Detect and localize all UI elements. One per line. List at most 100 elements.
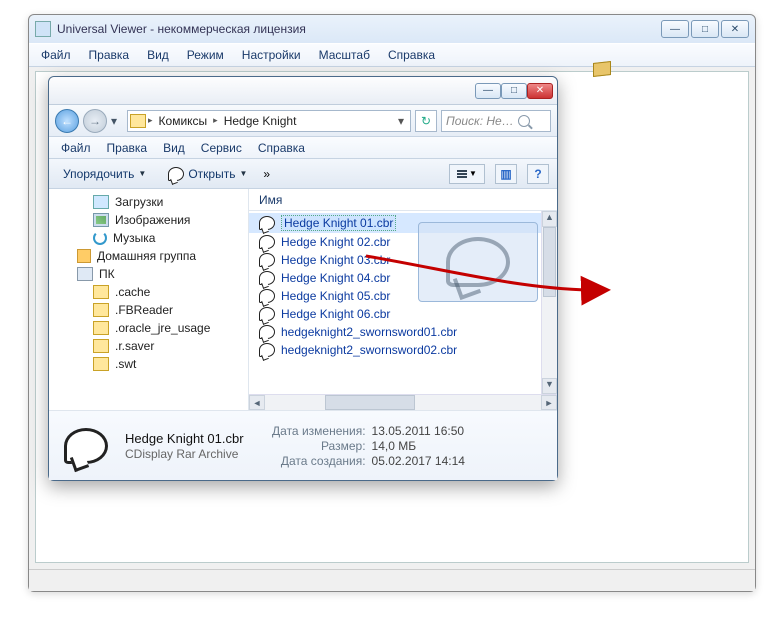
address-bar[interactable]: ▸ Комиксы ▸ Hedge Knight ▾ [127, 110, 411, 132]
toolbar-overflow[interactable]: » [263, 167, 270, 181]
breadcrumb-hedge-knight[interactable]: Hedge Knight [220, 114, 301, 128]
tree-node[interactable]: Загрузки [49, 193, 248, 211]
tree-label: Изображения [115, 213, 190, 227]
organize-button[interactable]: Упорядочить▼ [57, 165, 152, 183]
file-list[interactable]: Hedge Knight 01.cbr Hedge Knight 02.cbr He… [249, 211, 557, 394]
open-button[interactable]: Открыть▼ [162, 165, 253, 183]
package-icon[interactable] [593, 62, 613, 78]
search-icon [518, 115, 530, 127]
file-item[interactable]: Hedge Knight 05.cbr [249, 287, 557, 305]
main-title: Universal Viewer - некоммерческая лиценз… [57, 22, 661, 36]
scroll-up-icon[interactable]: ▲ [542, 211, 557, 227]
exp-menu-file[interactable]: Файл [53, 139, 99, 157]
pc-icon [77, 267, 93, 281]
column-header-name[interactable]: Имя [249, 189, 557, 211]
details-filename: Hedge Knight 01.cbr [125, 431, 244, 446]
tree-node[interactable]: .r.saver [49, 337, 248, 355]
folder-icon [93, 285, 109, 299]
speech-bubble-icon [259, 216, 275, 230]
file-item[interactable]: Hedge Knight 06.cbr [249, 305, 557, 323]
speech-bubble-icon [259, 307, 275, 321]
chevron-right-icon[interactable]: ▸ [213, 115, 218, 126]
main-maximize-button[interactable]: □ [691, 20, 719, 38]
tree-node[interactable]: Музыка [49, 229, 248, 247]
menu-mode[interactable]: Режим [179, 46, 232, 64]
scroll-thumb[interactable] [543, 227, 556, 297]
scroll-down-icon[interactable]: ▼ [542, 378, 557, 394]
folder-icon [93, 339, 109, 353]
refresh-button[interactable]: ↻ [415, 110, 437, 132]
file-name: Hedge Knight 05.cbr [281, 289, 390, 303]
tree-node[interactable]: .swt [49, 355, 248, 373]
folder-icon [130, 114, 146, 128]
file-item[interactable]: hedgeknight2_swornsword01.cbr [249, 323, 557, 341]
file-list-pane: Имя Hedge Knight 01.cbr Hedge Knight 02.c… [249, 189, 557, 410]
tree-label: .oracle_jre_usage [115, 321, 210, 335]
tree-node[interactable]: .cache [49, 283, 248, 301]
vertical-scrollbar[interactable]: ▲ ▼ [541, 211, 557, 394]
dl-icon [93, 195, 109, 209]
nav-back-button[interactable]: ← [55, 109, 79, 133]
scroll-left-icon[interactable]: ◄ [249, 395, 265, 410]
file-explorer-window: — □ ✕ ← → ▾ ▸ Комиксы ▸ Hedge Knight ▾ ↻… [48, 76, 558, 481]
horizontal-scrollbar[interactable]: ◄ ► [249, 394, 557, 410]
tree-node[interactable]: .oracle_jre_usage [49, 319, 248, 337]
tree-label: .r.saver [115, 339, 154, 353]
explorer-minimize-button[interactable]: — [475, 83, 501, 99]
menu-view[interactable]: Вид [139, 46, 177, 64]
explorer-navbar: ← → ▾ ▸ Комиксы ▸ Hedge Knight ▾ ↻ Поиск… [49, 105, 557, 137]
main-menubar: Файл Правка Вид Режим Настройки Масштаб … [29, 43, 755, 67]
file-item[interactable]: hedgeknight2_swornsword02.cbr [249, 341, 557, 359]
nav-history-dropdown[interactable]: ▾ [111, 114, 123, 128]
folder-tree[interactable]: Загрузки Изображения МузыкаДомашняя группа… [49, 189, 249, 410]
explorer-titlebar[interactable]: — □ ✕ [49, 77, 557, 105]
search-input[interactable]: Поиск: He… [441, 110, 551, 132]
exp-menu-view[interactable]: Вид [155, 139, 193, 157]
breadcrumb-comics[interactable]: Комиксы [155, 114, 212, 128]
file-name: Hedge Knight 02.cbr [281, 235, 390, 249]
file-name: Hedge Knight 01.cbr [281, 215, 396, 231]
tree-node[interactable]: Изображения [49, 211, 248, 229]
main-statusbar [29, 569, 755, 591]
main-close-button[interactable]: ✕ [721, 20, 749, 38]
file-item[interactable]: Hedge Knight 04.cbr [249, 269, 557, 287]
scroll-right-icon[interactable]: ► [541, 395, 557, 410]
details-pane: Hedge Knight 01.cbr CDisplay Rar Archive… [49, 410, 557, 480]
file-item[interactable]: Hedge Knight 01.cbr [249, 213, 557, 233]
tree-label: Загрузки [115, 195, 163, 209]
exp-menu-help[interactable]: Справка [250, 139, 313, 157]
menu-edit[interactable]: Правка [81, 46, 138, 64]
file-item[interactable]: Hedge Knight 03.cbr [249, 251, 557, 269]
address-dropdown[interactable]: ▾ [394, 114, 408, 128]
file-item[interactable]: Hedge Knight 02.cbr [249, 233, 557, 251]
tree-node[interactable]: .FBReader [49, 301, 248, 319]
menu-zoom[interactable]: Масштаб [311, 46, 378, 64]
exp-menu-edit[interactable]: Правка [99, 139, 156, 157]
menu-settings[interactable]: Настройки [234, 46, 309, 64]
file-type-icon [59, 422, 113, 470]
nav-forward-button[interactable]: → [83, 109, 107, 133]
preview-pane-button[interactable]: ▥ [495, 164, 517, 184]
tree-node[interactable]: Домашняя группа [49, 247, 248, 265]
chevron-right-icon[interactable]: ▸ [148, 115, 153, 126]
label-size: Размер: [266, 439, 366, 453]
explorer-close-button[interactable]: ✕ [527, 83, 553, 99]
value-size: 14,0 МБ [372, 439, 417, 453]
file-name: Hedge Knight 06.cbr [281, 307, 390, 321]
main-minimize-button[interactable]: — [661, 20, 689, 38]
file-name: Hedge Knight 03.cbr [281, 253, 390, 267]
folder-icon [93, 321, 109, 335]
speech-bubble-icon [259, 235, 275, 249]
explorer-menubar: Файл Правка Вид Сервис Справка [49, 137, 557, 159]
tree-label: ПК [99, 267, 115, 281]
tree-node[interactable]: ПК [49, 265, 248, 283]
value-created: 05.02.2017 14:14 [372, 454, 465, 468]
help-button[interactable]: ? [527, 164, 549, 184]
view-mode-button[interactable]: ▼ [449, 164, 485, 184]
exp-menu-tools[interactable]: Сервис [193, 139, 250, 157]
main-titlebar[interactable]: Universal Viewer - некоммерческая лиценз… [29, 15, 755, 43]
scroll-thumb[interactable] [325, 395, 415, 410]
explorer-maximize-button[interactable]: □ [501, 83, 527, 99]
menu-help[interactable]: Справка [380, 46, 443, 64]
menu-file[interactable]: Файл [33, 46, 79, 64]
